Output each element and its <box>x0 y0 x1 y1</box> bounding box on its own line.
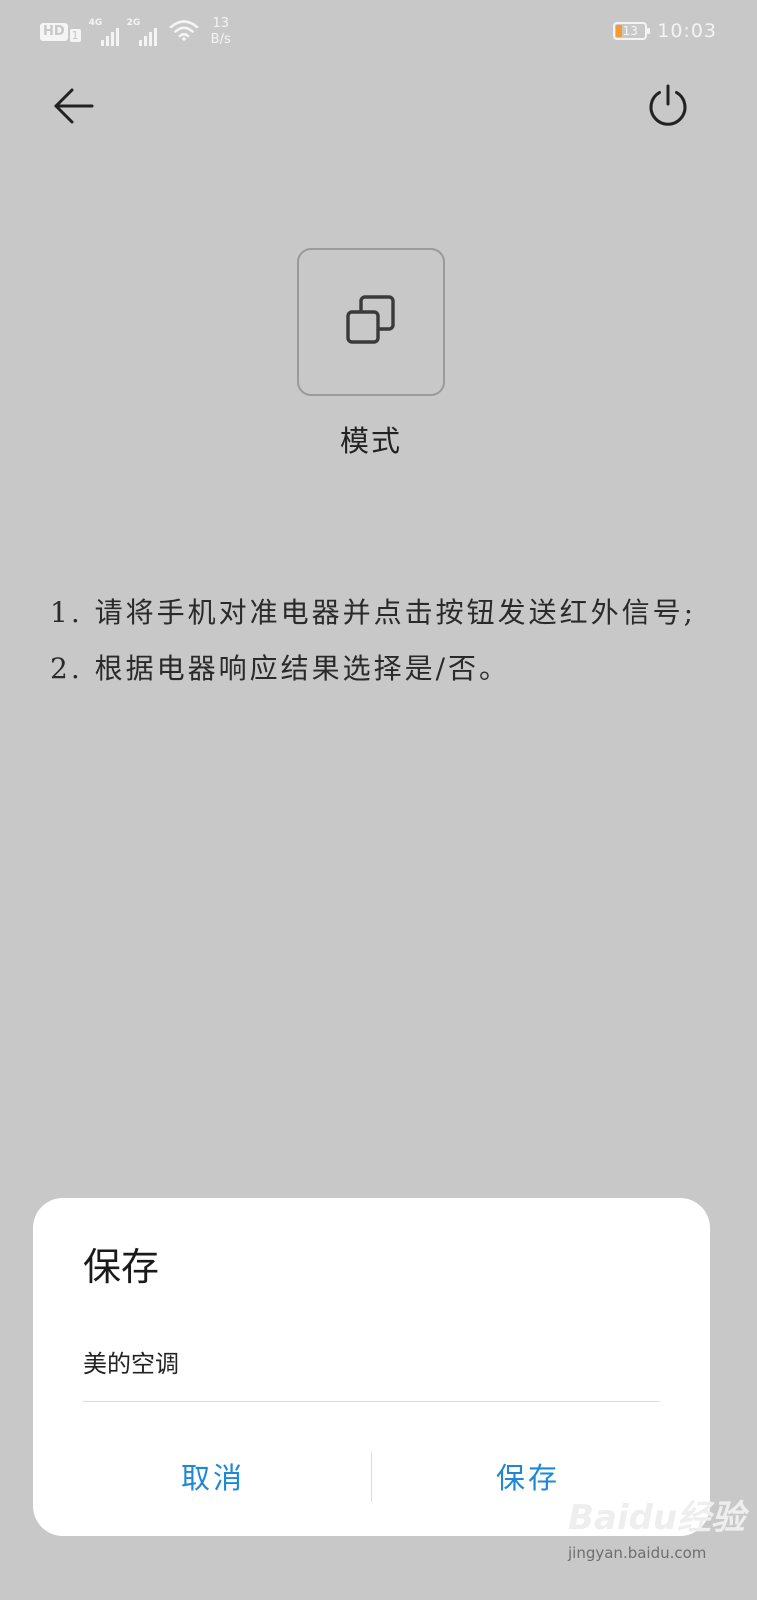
clock: 10:03 <box>657 20 717 42</box>
save-dialog: 保存 美的空调 取消 保存 <box>33 1198 710 1536</box>
battery-icon: 13 <box>613 22 651 40</box>
network-type-label: 2G <box>126 18 141 28</box>
dialog-title: 保存 <box>83 1245 160 1289</box>
back-button[interactable] <box>48 84 100 132</box>
instructions: 1. 请将手机对准电器并点击按钮发送红外信号; 2. 根据电器响应结果选择是/否… <box>50 585 700 697</box>
status-bar: HD 1 4G 2G 13 B/s 13 10:03 <box>0 0 757 64</box>
speed-value: 13 <box>212 16 229 31</box>
mode-button[interactable] <box>297 248 445 396</box>
baidu-watermark: Baidu经验 jingyan.baidu.com <box>568 1490 748 1582</box>
mode-icon <box>345 294 397 350</box>
watermark-url: jingyan.baidu.com <box>568 1544 707 1562</box>
watermark-logo: Baidu经验 <box>568 1498 746 1538</box>
wifi-icon <box>169 19 199 45</box>
instruction-step: 2. 根据电器响应结果选择是/否。 <box>50 652 511 685</box>
network-speed: 13 B/s <box>211 16 231 48</box>
speed-unit: B/s <box>210 32 231 47</box>
battery-level: 13 <box>622 24 638 38</box>
arrow-left-icon <box>52 86 96 130</box>
network-type-label: 4G <box>88 18 103 28</box>
mode-label: 模式 <box>339 424 402 458</box>
power-button[interactable] <box>642 82 694 134</box>
status-left: HD 1 4G 2G 13 B/s <box>40 16 231 48</box>
signal-4g-icon: 4G <box>89 18 119 46</box>
hd-badge: HD <box>40 23 68 41</box>
power-icon <box>645 83 691 133</box>
status-right: 13 10:03 <box>613 20 717 42</box>
device-name-value: 美的空调 <box>83 1350 179 1378</box>
instruction-step: 1. 请将手机对准电器并点击按钮发送红外信号; <box>50 596 697 629</box>
device-name-field[interactable]: 美的空调 <box>83 1340 660 1402</box>
signal-2g-icon: 2G <box>127 18 157 46</box>
cancel-button[interactable]: 取消 <box>83 1450 343 1506</box>
button-divider <box>371 1452 372 1502</box>
sim-number: 1 <box>69 28 81 42</box>
